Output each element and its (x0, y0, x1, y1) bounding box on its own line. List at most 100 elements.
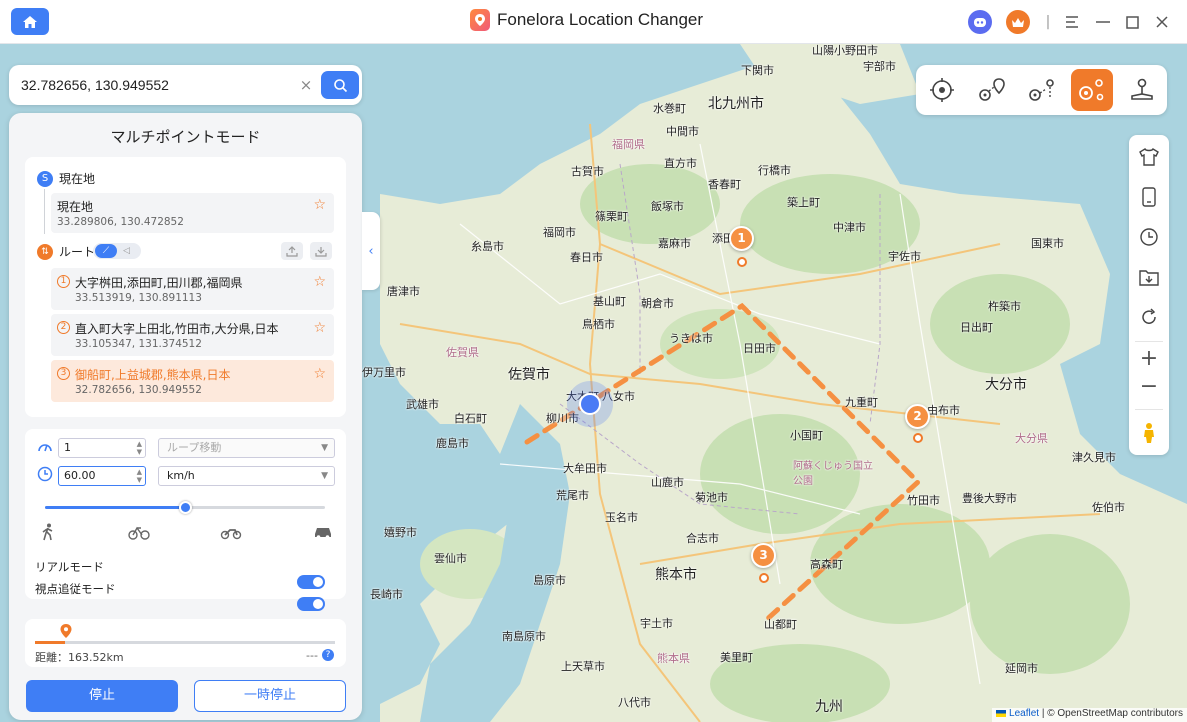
clear-search-button[interactable]: × (297, 75, 315, 95)
route-item-coord: 33.105347, 131.374512 (75, 338, 202, 350)
close-button[interactable] (1150, 10, 1174, 34)
close-icon (1156, 16, 1168, 28)
speed-stepper[interactable]: 60.00 ▲ ▼ (58, 466, 146, 486)
pause-button[interactable]: 一時停止 (194, 680, 346, 712)
route-mode-toggle[interactable]: ⟋ ◁ (93, 243, 141, 259)
map-attribution: Leaflet | © OpenStreetMap contributors (992, 708, 1187, 722)
outfit-button[interactable] (1137, 145, 1161, 169)
maximize-button[interactable] (1120, 10, 1144, 34)
chevron-down-icon: ▼ (321, 471, 328, 481)
help-icon[interactable]: ? (322, 649, 334, 661)
map-label: 津久見市 (1072, 451, 1116, 464)
bicycle-icon[interactable] (128, 523, 150, 541)
current-location-item[interactable]: 現在地 33.289806, 130.472852 ☆ (51, 193, 334, 233)
map-label: 中津市 (833, 221, 866, 234)
collapse-panel-button[interactable]: ‹ (362, 212, 380, 290)
loop-count-icon (38, 444, 52, 452)
zoom-in-button[interactable]: + (1137, 347, 1161, 371)
map-label: 唐津市 (387, 285, 420, 298)
minimize-button[interactable] (1091, 10, 1115, 34)
waypoint-marker-1[interactable]: 1 (729, 226, 754, 251)
speed-unit-select[interactable]: km/h ▼ (158, 466, 335, 486)
route-item-3[interactable]: 3 御船町,上益城郡,熊本県,日本 32.782656, 130.949552 … (51, 360, 334, 402)
save-gpx-button[interactable] (1137, 265, 1161, 289)
panel-title: マルチポイントモード (110, 128, 261, 146)
multipoint-panel: マルチポイントモード S 現在地 現在地 33.289806, 130.4728… (9, 113, 362, 720)
map-label: 福岡県 (612, 138, 645, 151)
stop-button[interactable]: 停止 (26, 680, 178, 712)
stepper-arrows-icon[interactable]: ▲ ▼ (137, 440, 142, 456)
export-route-button[interactable] (310, 242, 332, 260)
joystick-mode-button[interactable] (1121, 69, 1163, 111)
leaflet-link[interactable]: Leaflet (1009, 708, 1039, 719)
minimize-icon (1096, 21, 1110, 23)
map-label: 豊後大野市 (962, 492, 1017, 505)
folder-download-icon (1139, 270, 1159, 286)
map-label: 糸島市 (471, 240, 504, 253)
discord-icon (974, 17, 986, 27)
teleport-mode-button[interactable] (921, 69, 963, 111)
car-icon[interactable] (312, 523, 334, 541)
map-label: 古賀市 (571, 165, 604, 178)
favorite-star-icon[interactable]: ☆ (313, 274, 326, 290)
app-title-group: Fonelora Location Changer (470, 9, 703, 31)
waypoint-marker-2[interactable]: 2 (905, 404, 930, 429)
chevron-down-icon: ▼ (321, 443, 328, 453)
search-button[interactable] (321, 71, 359, 99)
map-label: 白石町 (454, 412, 487, 425)
discord-button[interactable] (968, 10, 992, 34)
map-label: 九重町 (845, 396, 878, 409)
speed-slider[interactable] (45, 501, 325, 514)
joystick-route-mode-button[interactable] (1071, 69, 1113, 111)
stepper-arrows-icon[interactable]: ▲ ▼ (137, 468, 142, 484)
zoom-out-button[interactable]: − (1137, 375, 1161, 399)
view-follow-toggle[interactable] (297, 597, 325, 611)
premium-button[interactable] (1006, 10, 1030, 34)
menu-button[interactable] (1060, 10, 1084, 34)
map-label: 水巻町 (653, 102, 686, 115)
remaining-time-text: --- (306, 649, 318, 662)
map-label: 武雄市 (406, 398, 439, 411)
speed-slider-thumb[interactable] (179, 501, 192, 514)
speed-slider-fill (45, 506, 185, 509)
history-button[interactable] (1137, 225, 1161, 249)
map-label: 伊万里市 (362, 366, 406, 379)
multi-spot-mode-button[interactable] (1021, 69, 1063, 111)
refresh-button[interactable] (1137, 305, 1161, 329)
favorite-star-icon[interactable]: ☆ (313, 366, 326, 382)
street-view-button[interactable] (1137, 421, 1161, 445)
home-button[interactable] (11, 8, 49, 35)
map-label: 篠栗町 (595, 210, 628, 223)
route-item-name: 御船町,上益城郡,熊本県,日本 (75, 368, 231, 382)
shirt-icon (1139, 148, 1159, 166)
route-item-2[interactable]: 2 直入町大字上田北,竹田市,大分県,日本 33.105347, 131.374… (51, 314, 334, 356)
current-location-marker[interactable] (567, 381, 613, 427)
favorite-star-icon[interactable]: ☆ (313, 197, 326, 213)
route-item-number: 3 (57, 367, 70, 380)
history-icon (1140, 228, 1158, 246)
route-item-1[interactable]: 1 大字桝田,添田町,田川郡,福岡県 33.513919, 130.891113… (51, 268, 334, 310)
phone-icon (1142, 187, 1156, 207)
map-label: 長崎市 (370, 588, 403, 601)
two-spot-mode-button[interactable] (971, 69, 1013, 111)
app-logo-icon (470, 9, 490, 31)
loop-mode-select[interactable]: ループ移動 ▼ (158, 438, 335, 458)
waypoint-marker-3[interactable]: 3 (751, 543, 776, 568)
favorite-star-icon[interactable]: ☆ (313, 320, 326, 336)
loop-count-value: 1 (64, 441, 71, 454)
route-icon: ⇅ (37, 243, 53, 260)
search-input[interactable] (21, 75, 281, 95)
device-button[interactable] (1137, 185, 1161, 209)
map-label: 福岡市 (543, 226, 576, 239)
map-label: 下関市 (741, 64, 774, 77)
motorcycle-icon[interactable] (220, 523, 242, 541)
tree-connector (44, 189, 45, 234)
loop-count-stepper[interactable]: 1 ▲ ▼ (58, 438, 146, 458)
current-section-label: 現在地 (59, 172, 96, 186)
waypoint-dot-2 (913, 433, 923, 443)
import-route-button[interactable] (281, 242, 303, 260)
progress-card: 距離：163.52km --- ? (25, 619, 346, 667)
map-label: 鳥栖市 (582, 318, 615, 331)
map-label: 佐賀県 (446, 346, 479, 359)
walking-icon[interactable] (37, 523, 59, 541)
